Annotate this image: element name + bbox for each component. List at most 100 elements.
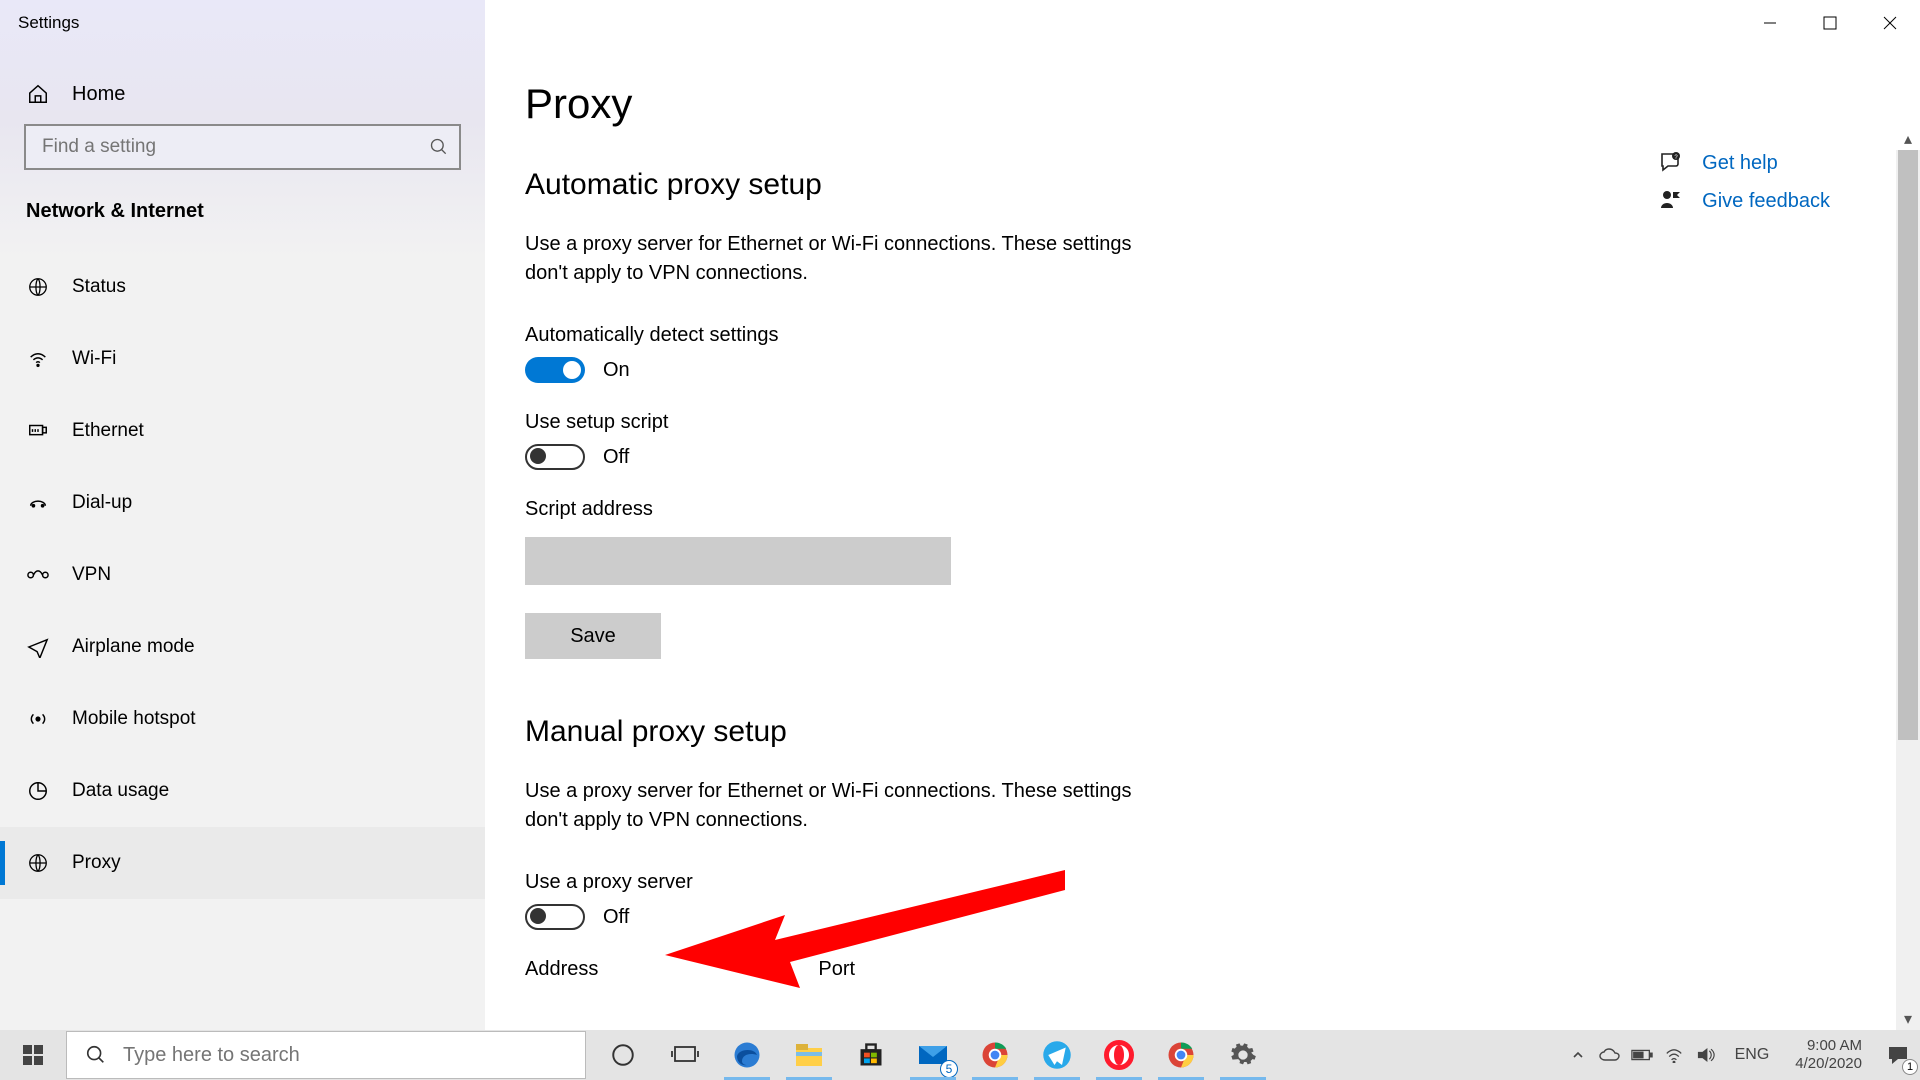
use-proxy-label: Use a proxy server [525,871,1880,894]
scrollbar-up-button[interactable]: ▴ [1896,128,1920,150]
data-usage-icon [26,779,50,803]
sidebar-item-label: Airplane mode [72,636,195,658]
save-button[interactable]: Save [525,613,661,659]
notif-badge: 1 [1902,1059,1918,1075]
get-help-text[interactable]: Get help [1702,152,1778,175]
tray-action-center[interactable]: 1 [1880,1037,1916,1073]
ethernet-icon [26,419,50,443]
taskbar-app-mail[interactable]: 5 [902,1030,964,1080]
search-input[interactable] [24,124,461,170]
auto-description: Use a proxy server for Ethernet or Wi-Fi… [525,230,1165,288]
sidebar-item-label: Dial-up [72,492,132,514]
system-tray: ENG 9:00 AM 4/20/2020 1 [1563,1030,1920,1080]
side-links: ? Get help Give feedback [1658,150,1830,214]
scrollbar-down-button[interactable]: ▾ [1896,1008,1920,1030]
section-manual-title: Manual proxy setup [525,715,1880,749]
page-title: Proxy [525,80,1880,128]
taskbar-app-chrome2[interactable] [1150,1030,1212,1080]
taskbar-search[interactable] [66,1031,586,1079]
script-address-label: Script address [525,498,1880,521]
get-help-link[interactable]: ? Get help [1658,150,1830,176]
close-button[interactable] [1860,0,1920,46]
tray-clock[interactable]: 9:00 AM 4/20/2020 [1787,1037,1870,1073]
scrollbar-thumb[interactable] [1898,150,1918,740]
use-proxy-state: Off [603,906,629,929]
taskbar-app-settings[interactable] [1212,1030,1274,1080]
give-feedback-text[interactable]: Give feedback [1702,190,1830,213]
address-label: Address [525,958,598,981]
setup-script-label: Use setup script [525,411,1880,434]
tray-language[interactable]: ENG [1727,1046,1778,1064]
tray-wifi-icon[interactable] [1663,1044,1685,1066]
taskbar-app-opera[interactable] [1088,1030,1150,1080]
taskbar-app-telegram[interactable] [1026,1030,1088,1080]
sidebar-item-label: Data usage [72,780,169,802]
sidebar-item-label: Ethernet [72,420,144,442]
taskbar-app-edge[interactable] [716,1030,778,1080]
vpn-icon [26,563,50,587]
home-icon [26,82,50,106]
auto-detect-label: Automatically detect settings [525,324,1880,347]
script-address-input[interactable] [525,537,951,585]
main-pane: Proxy Automatic proxy setup Use a proxy … [485,0,1920,1030]
sidebar-item-label: Wi-Fi [72,348,116,370]
sidebar-home-label: Home [72,83,125,106]
sidebar-home[interactable]: Home [0,72,485,124]
titlebar: Settings [0,0,1920,46]
sidebar-item-wifi[interactable]: Wi-Fi [0,323,485,395]
setup-script-state: Off [603,446,629,469]
auto-detect-state: On [603,359,630,382]
hotspot-icon [26,707,50,731]
auto-detect-toggle[interactable] [525,357,585,383]
taskbar-app-store[interactable] [840,1030,902,1080]
sidebar-item-label: VPN [72,564,111,586]
tray-time: 9:00 AM [1795,1037,1862,1055]
sidebar-item-label: Mobile hotspot [72,708,196,730]
port-label: Port [818,958,855,981]
sidebar-item-datausage[interactable]: Data usage [0,755,485,827]
sidebar-item-label: Proxy [72,852,121,874]
sidebar-item-proxy[interactable]: Proxy [0,827,485,899]
manual-description: Use a proxy server for Ethernet or Wi-Fi… [525,777,1165,835]
taskbar: 5 ENG 9:00 AM 4/20/2020 1 [0,1030,1920,1080]
mail-badge: 5 [940,1060,958,1078]
feedback-icon [1658,188,1684,214]
tray-overflow-icon[interactable] [1567,1044,1589,1066]
sidebar-item-ethernet[interactable]: Ethernet [0,395,485,467]
sidebar-nav: Status Wi-Fi Ethernet Dial-up VPN Airpla… [0,251,485,899]
sidebar-item-vpn[interactable]: VPN [0,539,485,611]
globe-icon [26,275,50,299]
maximize-button[interactable] [1800,0,1860,46]
tray-onedrive-icon[interactable] [1599,1044,1621,1066]
proxy-icon [26,851,50,875]
minimize-button[interactable] [1740,0,1800,46]
search-field[interactable] [42,136,429,158]
setup-script-toggle[interactable] [525,444,585,470]
sidebar: Home Network & Internet Status Wi-Fi E [0,0,485,1030]
search-icon [429,137,449,157]
give-feedback-link[interactable]: Give feedback [1658,188,1830,214]
taskbar-app-chrome[interactable] [964,1030,1026,1080]
use-proxy-toggle[interactable] [525,904,585,930]
start-button[interactable] [0,1030,66,1080]
taskbar-cortana[interactable] [592,1030,654,1080]
taskbar-taskview[interactable] [654,1030,716,1080]
search-icon [85,1044,107,1066]
help-icon: ? [1658,150,1684,176]
sidebar-item-label: Status [72,276,126,298]
window-title: Settings [18,13,79,33]
taskbar-app-explorer[interactable] [778,1030,840,1080]
sidebar-item-hotspot[interactable]: Mobile hotspot [0,683,485,755]
wifi-icon [26,347,50,371]
tray-date: 4/20/2020 [1795,1055,1862,1073]
tray-volume-icon[interactable] [1695,1044,1717,1066]
sidebar-item-airplane[interactable]: Airplane mode [0,611,485,683]
taskbar-search-input[interactable] [123,1044,567,1067]
sidebar-item-status[interactable]: Status [0,251,485,323]
dialup-icon [26,491,50,515]
tray-battery-icon[interactable] [1631,1044,1653,1066]
airplane-icon [26,635,50,659]
window-controls [1740,0,1920,46]
sidebar-item-dialup[interactable]: Dial-up [0,467,485,539]
sidebar-section-title: Network & Internet [0,200,485,251]
